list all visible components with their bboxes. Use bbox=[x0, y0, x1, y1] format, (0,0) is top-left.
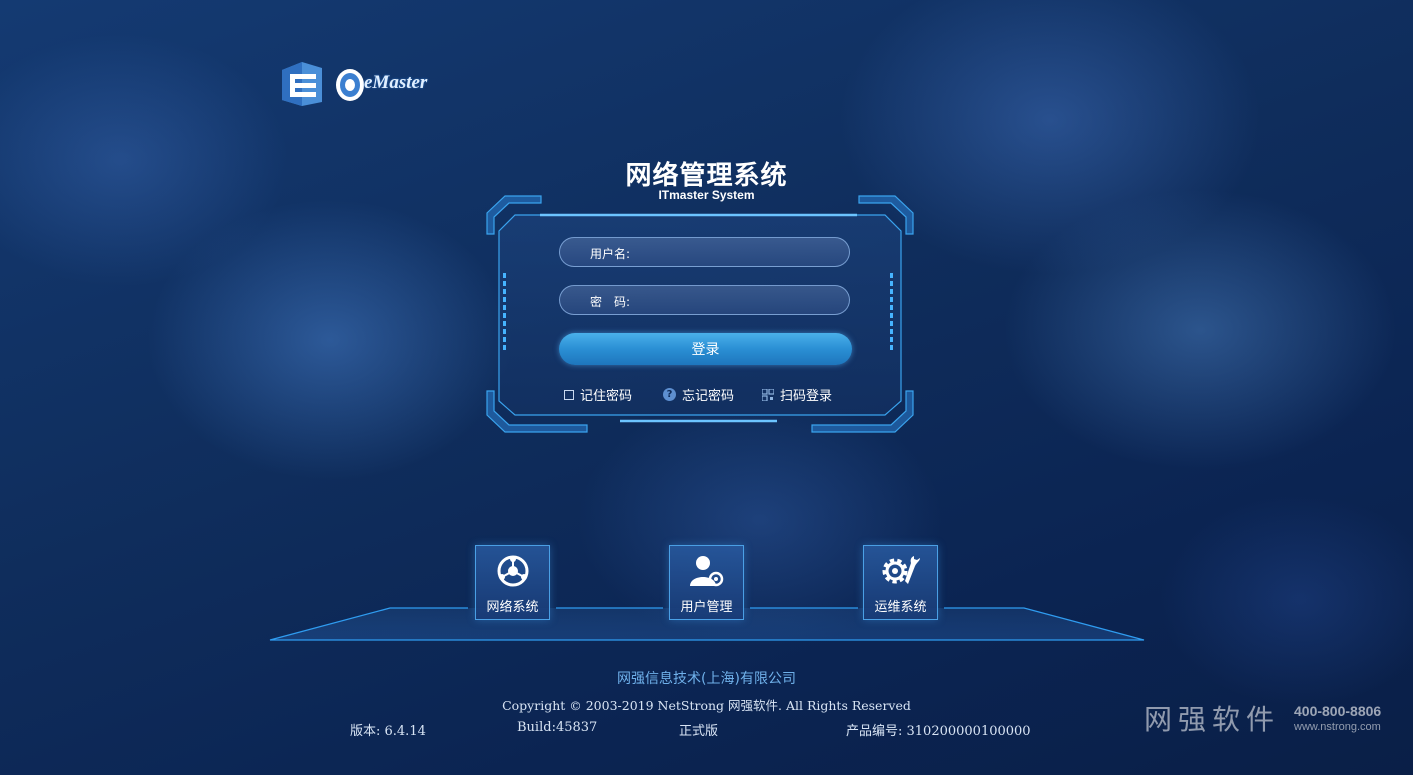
watermark-url: www.nstrong.com bbox=[1294, 721, 1381, 733]
module-label: 网络系统 bbox=[486, 600, 539, 615]
product-number-text: 产品编号: 310200000100000 bbox=[846, 724, 1031, 739]
build-text: Build:45837 bbox=[517, 720, 598, 735]
company-name: 网强信息技术(上海)有限公司 bbox=[617, 671, 796, 687]
watermark-phone: 400-800-8806 bbox=[1294, 703, 1382, 719]
forgot-password-link[interactable]: ? 忘记密码 bbox=[663, 385, 734, 404]
password-input[interactable] bbox=[642, 290, 846, 312]
username-input[interactable] bbox=[642, 242, 846, 264]
user-gear-icon bbox=[670, 554, 743, 588]
page-title: 网络管理系统 bbox=[625, 161, 788, 191]
remember-password-checkbox[interactable]: 记住密码 bbox=[564, 385, 632, 404]
gear-wrench-icon bbox=[864, 554, 937, 588]
watermark-name: 网强软件 bbox=[1144, 703, 1281, 736]
question-icon: ? bbox=[663, 388, 676, 401]
username-label: 用户名: bbox=[590, 247, 631, 261]
scan-login-label: 扫码登录 bbox=[780, 389, 833, 404]
module-network-system[interactable]: 网络系统 bbox=[475, 545, 550, 620]
module-label: 运维系统 bbox=[874, 600, 927, 615]
version-text: 版本: 6.4.14 bbox=[350, 724, 426, 739]
forgot-password-label: 忘记密码 bbox=[682, 389, 735, 404]
login-button[interactable]: 登录 bbox=[559, 333, 852, 365]
checkbox-icon[interactable] bbox=[564, 389, 574, 400]
username-field[interactable]: 用户名: bbox=[559, 237, 850, 267]
password-field[interactable]: 密 码: bbox=[559, 285, 850, 315]
edition-text: 正式版 bbox=[679, 724, 719, 739]
module-label: 用户管理 bbox=[680, 600, 733, 615]
remember-password-label: 记住密码 bbox=[580, 389, 633, 404]
logo-text: eMaster bbox=[364, 72, 428, 93]
qrcode-icon bbox=[761, 387, 775, 402]
emaster-logo: eMaster bbox=[280, 60, 430, 110]
module-user-management[interactable]: 用户管理 bbox=[669, 545, 744, 620]
network-globe-icon bbox=[476, 554, 549, 588]
password-label: 密 码: bbox=[590, 295, 631, 309]
module-ops-system[interactable]: 运维系统 bbox=[863, 545, 938, 620]
scan-login-link[interactable]: 扫码登录 bbox=[761, 385, 833, 404]
